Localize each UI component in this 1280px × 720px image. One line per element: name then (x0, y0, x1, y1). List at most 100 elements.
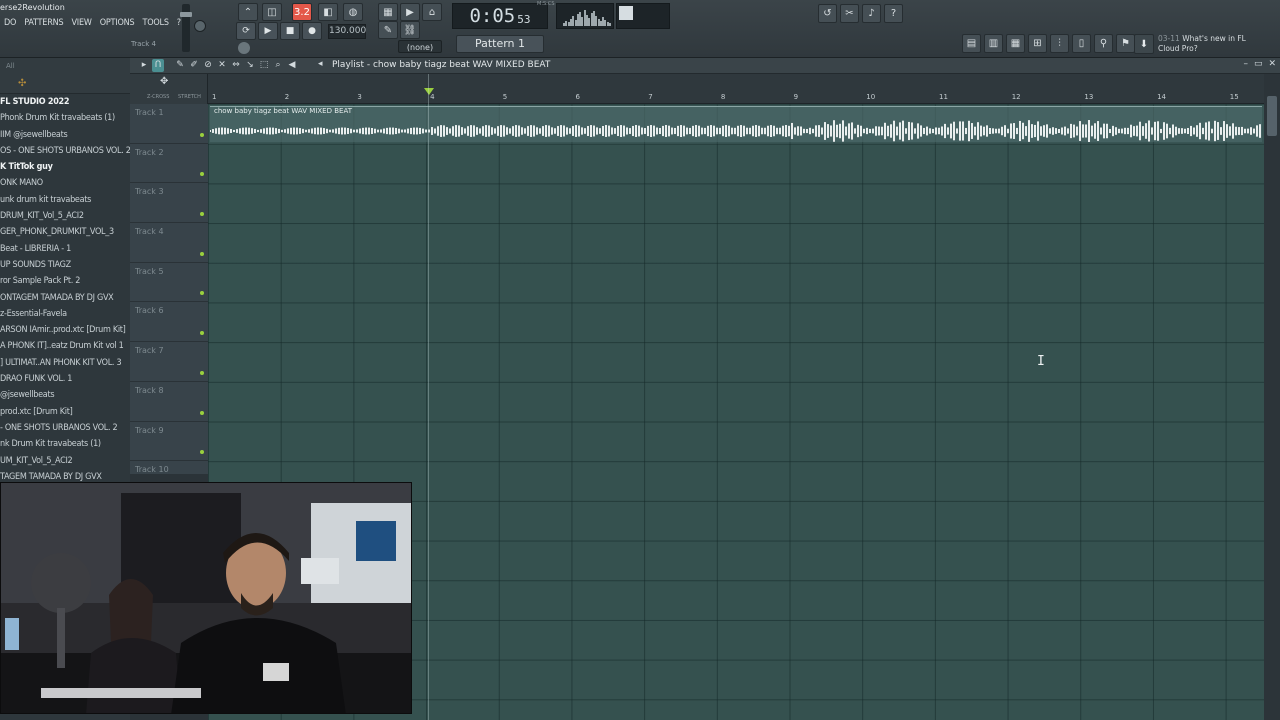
magnet-icon[interactable]: Ո (152, 59, 164, 72)
recording-filter-icon[interactable]: ⌂ (422, 3, 442, 21)
playback-icon[interactable]: ◀ (286, 59, 298, 72)
browser-item[interactable]: DRUM_KIT_Vol_5_ACI2 (0, 208, 130, 224)
main-pitch-slider[interactable] (238, 42, 250, 54)
song-time-display[interactable]: 0:05 53 (452, 3, 548, 29)
cut-icon[interactable]: ✂ (840, 4, 859, 23)
browser-item[interactable]: nk Drum Kit travabeats (1) (0, 436, 130, 452)
browser-item[interactable]: z-Essential-Favela (0, 306, 130, 322)
browser-item[interactable]: ] ULTIMAT..AN PHONK KIT VOL. 3 (0, 355, 130, 371)
loop-icon[interactable]: ⟳ (236, 22, 256, 40)
audio-clip[interactable]: chow baby tiagz beat WAV MIXED BEAT (210, 106, 1262, 142)
link-icon[interactable]: ⛓ (400, 21, 420, 39)
mixer-icon[interactable]: ⊞ (1028, 34, 1047, 53)
browser-item[interactable]: ONK MANO (0, 175, 130, 191)
track-mute-led[interactable] (200, 410, 204, 415)
vertical-scrollbar[interactable] (1264, 74, 1280, 720)
channel-rack-icon[interactable]: ▦ (1006, 34, 1025, 53)
stop-icon[interactable]: ■ (280, 22, 300, 40)
countdown-icon[interactable]: 3.2 (292, 3, 312, 21)
browser-item[interactable]: prod.xtc [Drum Kit] (0, 404, 130, 420)
wait-for-input-icon[interactable]: ◫ (262, 3, 282, 21)
track-mute-led[interactable] (200, 212, 204, 217)
track-mute-led[interactable] (200, 251, 204, 256)
track-header[interactable]: Track 1 (130, 104, 208, 144)
track-header[interactable]: Track 4 (130, 223, 208, 263)
playlist-window-icon[interactable]: ▤ (962, 34, 981, 53)
snap-selector[interactable]: (none) (398, 40, 442, 53)
zoom-icon[interactable]: ⌕ (272, 59, 284, 72)
arrows-icon[interactable]: ✥ (160, 76, 168, 87)
track-header[interactable]: Track 5 (130, 263, 208, 303)
plugin-icon[interactable]: ⚲ (1094, 34, 1113, 53)
mute-icon[interactable]: ✕ (216, 59, 228, 72)
track-mute-led[interactable] (200, 450, 204, 455)
master-pitch-knob[interactable] (194, 20, 206, 32)
tuner-icon[interactable]: ⚑ (1116, 34, 1135, 53)
track-mute-led[interactable] (200, 291, 204, 296)
browser-item[interactable]: Phonk Drum Kit travabeats (1) (0, 110, 130, 126)
track-mute-led[interactable] (200, 331, 204, 336)
browser-item[interactable]: ONTAGEM TAMADA BY DJ GVX (0, 290, 130, 306)
draw-icon[interactable]: ✎ (378, 21, 398, 39)
select-icon[interactable]: ⬚ (258, 59, 270, 72)
delete-icon[interactable]: ⊘ (202, 59, 214, 72)
arrows-icon[interactable]: ✣ (18, 78, 26, 89)
maximize-icon[interactable]: ▭ (1254, 59, 1263, 69)
record-icon[interactable]: ● (302, 22, 322, 40)
track-header[interactable]: Track 3 (130, 183, 208, 224)
close-icon[interactable]: ✕ (1268, 59, 1276, 69)
options-arrow-icon[interactable]: ▸ (138, 59, 150, 72)
undo-icon[interactable]: ↺ (818, 4, 837, 23)
pencil-icon[interactable]: ✎ (174, 59, 186, 72)
stretch-label[interactable]: STRETCH (178, 94, 201, 100)
menu-view[interactable]: VIEW (67, 18, 95, 28)
browser-item[interactable]: ARSON IAmir..prod.xtc [Drum Kit] (0, 322, 130, 338)
track-header[interactable]: Track 8 (130, 382, 208, 422)
news-panel[interactable]: ⬇ 03-11 What's new in FL Cloud Pro? (1134, 32, 1270, 56)
browser-item[interactable]: UP SOUNDS TIAGZ (0, 257, 130, 273)
browser-item[interactable]: OS - ONE SHOTS URBANOS VOL. 2 (0, 143, 130, 159)
timeline-ruler[interactable]: 1 2 3 4 5 6 7 8 9 10 11 12 13 14 15 (208, 74, 1272, 104)
browser-item[interactable]: GER_PHONK_DRUMKIT_VOL_3 (0, 224, 130, 240)
play-icon[interactable]: ▶ (258, 22, 278, 40)
browser-item[interactable]: unk drum kit travabeats (0, 192, 130, 208)
browser-item[interactable]: A PHONK IT]..eatz Drum Kit vol 1 (0, 338, 130, 354)
menu-tools[interactable]: TOOLS (138, 18, 172, 28)
step-edit-icon[interactable]: ▶ (400, 3, 420, 21)
menu-file[interactable]: DO (0, 18, 20, 28)
scrollbar-thumb[interactable] (1267, 96, 1277, 136)
browser-item[interactable]: IIM @jsewellbeats (0, 127, 130, 143)
download-icon[interactable]: ⬇ (1134, 34, 1154, 54)
typing-keyboard-icon[interactable]: ▦ (378, 3, 398, 21)
browser-item[interactable]: ror Sample Pack Pt. 2 (0, 273, 130, 289)
microphone-icon[interactable]: ♪ (862, 4, 881, 23)
menu-options[interactable]: OPTIONS (96, 18, 139, 28)
track-mute-led[interactable] (200, 172, 204, 177)
tempo-display[interactable]: 130.000 (328, 24, 366, 39)
metronome-icon[interactable]: ⌃ (238, 3, 258, 21)
blend-notes-icon[interactable]: ◧ (318, 3, 338, 21)
master-volume-slider[interactable] (180, 4, 192, 52)
equalizer-icon[interactable]: ⫶ (1050, 34, 1069, 53)
browser-item[interactable]: FL STUDIO 2022 (0, 94, 130, 110)
slip-icon[interactable]: ⇔ (230, 59, 242, 72)
browser-item[interactable]: K TitTok guy (0, 159, 130, 175)
browser-icon[interactable]: ▯ (1072, 34, 1091, 53)
zcross-label[interactable]: Z-CROSS (147, 94, 169, 100)
loop-record-icon[interactable]: ◍ (343, 3, 363, 21)
track-header[interactable]: Track 7 (130, 342, 208, 382)
track-header[interactable]: Track 9 (130, 422, 208, 462)
menu-patterns[interactable]: PATTERNS (20, 18, 67, 28)
browser-item[interactable]: UM_KIT_Vol_5_ACI2 (0, 453, 130, 469)
track-mute-led[interactable] (200, 132, 204, 137)
browser-item[interactable]: @jsewellbeats (0, 387, 130, 403)
back-arrow-icon[interactable]: ◂ (318, 59, 323, 69)
browser-item[interactable]: DRAO FUNK VOL. 1 (0, 371, 130, 387)
piano-roll-icon[interactable]: ▥ (984, 34, 1003, 53)
minimize-icon[interactable]: – (1243, 59, 1248, 69)
browser-item[interactable]: - ONE SHOTS URBANOS VOL. 2 (0, 420, 130, 436)
track-header[interactable]: Track 2 (130, 144, 208, 184)
brush-icon[interactable]: ✐ (188, 59, 200, 72)
track-mute-led[interactable] (200, 370, 204, 375)
slice-icon[interactable]: ↘ (244, 59, 256, 72)
